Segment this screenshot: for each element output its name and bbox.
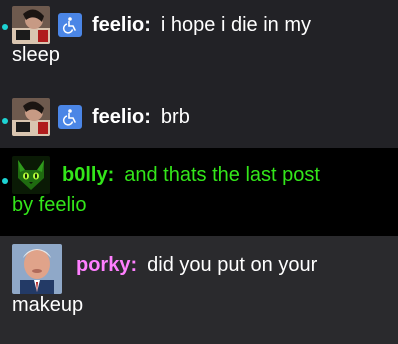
new-message-dot bbox=[2, 24, 8, 30]
message-text-continued: by feelio bbox=[12, 194, 87, 216]
message-text: brb bbox=[160, 106, 190, 128]
username-separator: : bbox=[107, 164, 115, 186]
avatar[interactable] bbox=[12, 98, 50, 136]
new-message-dot bbox=[2, 118, 8, 124]
username-text: feelio bbox=[92, 14, 145, 36]
username[interactable]: porky: bbox=[76, 250, 137, 280]
username-text: b0lly bbox=[62, 164, 108, 186]
username[interactable]: feelio: bbox=[92, 10, 151, 40]
message-text: did you put on your bbox=[147, 254, 318, 276]
chat-message[interactable]: porky: did you put on your makeup bbox=[0, 236, 398, 344]
chat-message[interactable]: feelio: brb bbox=[0, 88, 398, 148]
chat-message-highlighted[interactable]: b0lly: and thats the last post by feelio bbox=[0, 148, 398, 236]
message-text-continued: sleep bbox=[12, 44, 60, 66]
username[interactable]: b0lly: bbox=[62, 160, 114, 190]
username-separator: : bbox=[144, 14, 151, 36]
chat-message[interactable]: feelio: i hope i die in my sleep bbox=[0, 0, 398, 88]
new-message-dot bbox=[2, 178, 8, 184]
avatar[interactable] bbox=[12, 156, 50, 194]
username-text: porky bbox=[76, 254, 131, 276]
accessibility-badge-icon[interactable] bbox=[58, 105, 82, 129]
message-text: i hope i die in my bbox=[160, 14, 311, 36]
username[interactable]: feelio: bbox=[92, 102, 151, 132]
username-separator: : bbox=[130, 254, 138, 276]
message-text: and thats the last post bbox=[124, 164, 320, 186]
message-text-continued: makeup bbox=[12, 294, 84, 316]
chat-log: feelio: i hope i die in my sleep feelio:… bbox=[0, 0, 398, 344]
avatar[interactable] bbox=[12, 6, 50, 44]
avatar[interactable] bbox=[12, 244, 62, 294]
username-separator: : bbox=[144, 106, 151, 128]
accessibility-badge-icon[interactable] bbox=[58, 13, 82, 37]
username-text: feelio bbox=[92, 106, 145, 128]
